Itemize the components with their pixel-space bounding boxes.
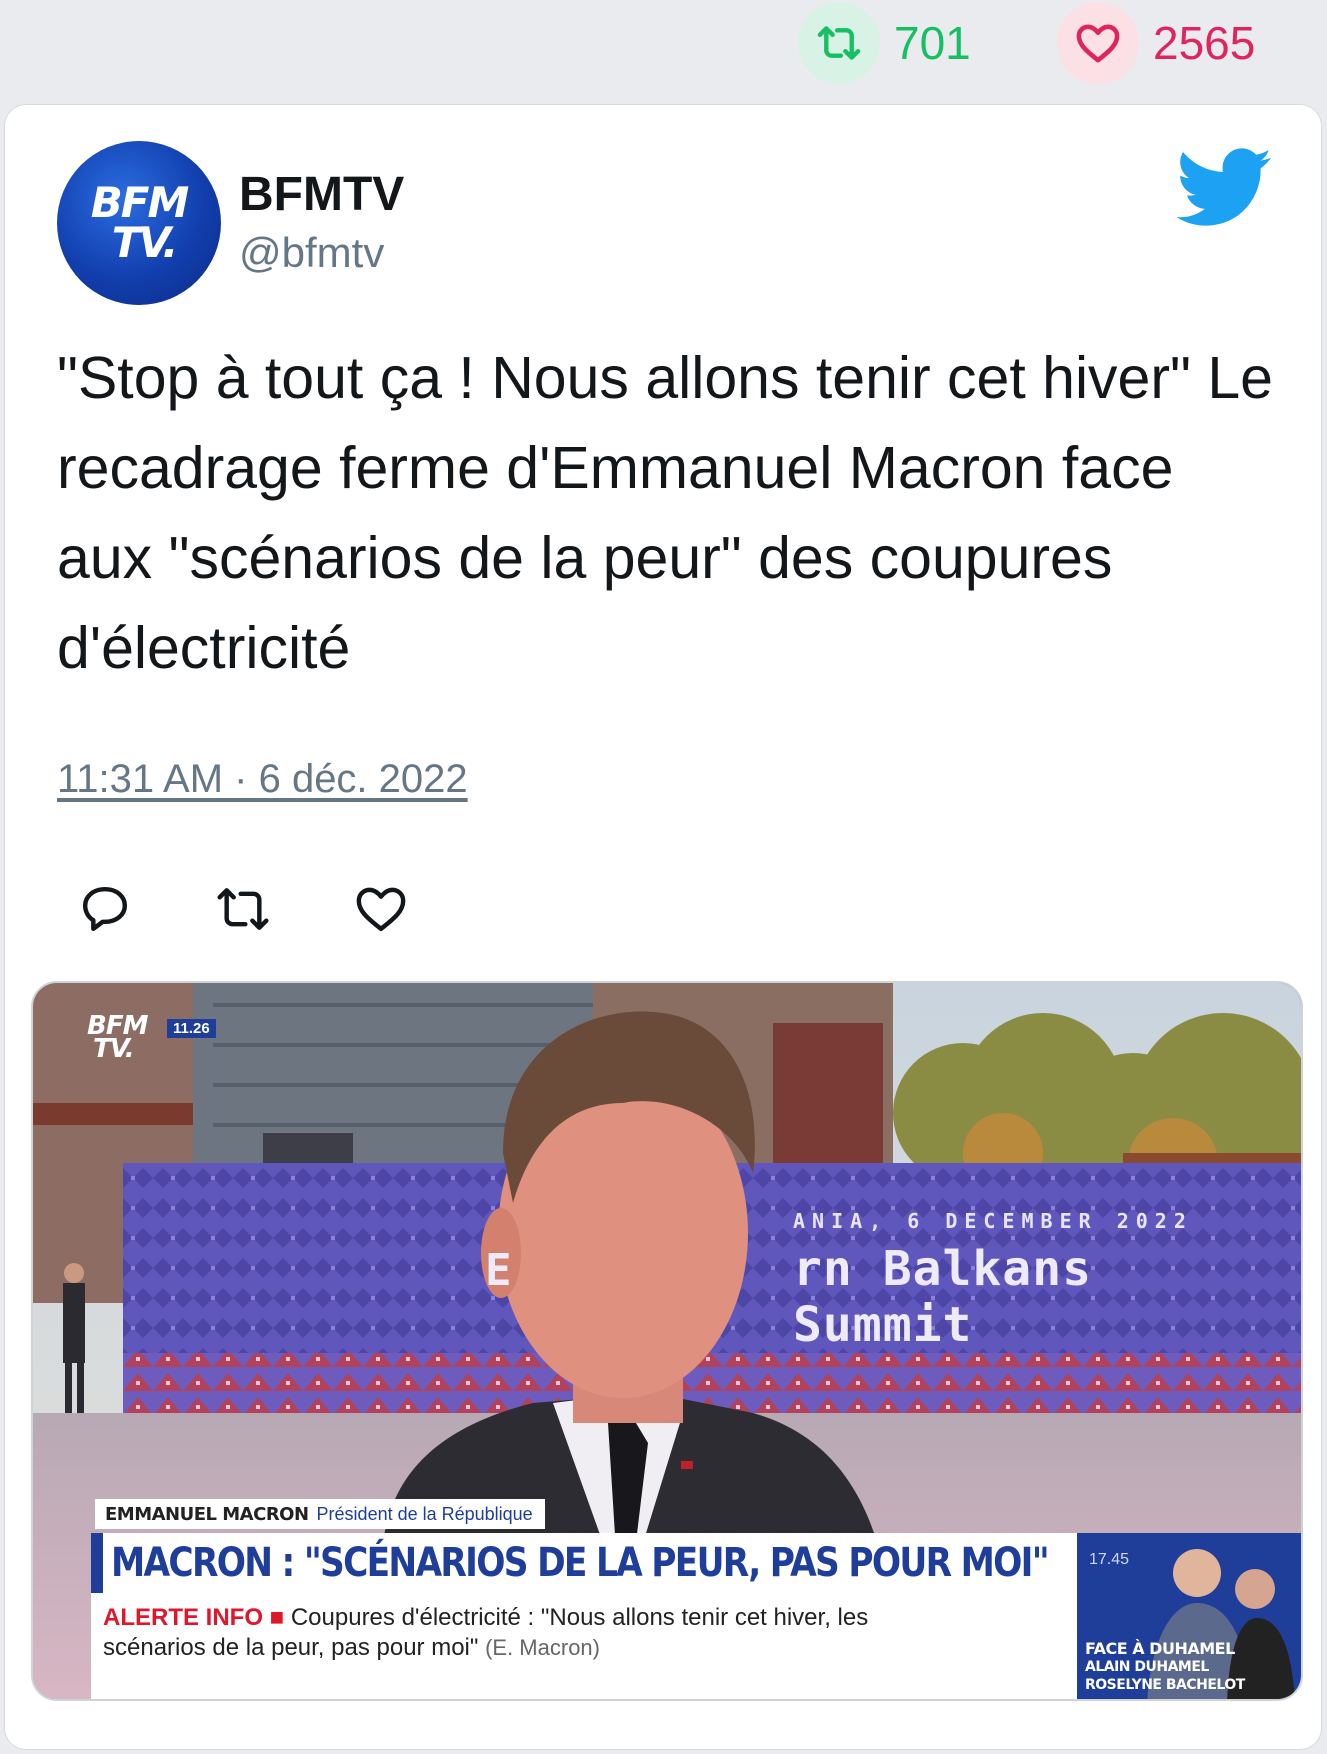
like-icon[interactable] [353,881,409,937]
promo-time: 17.45 [1089,1551,1130,1568]
summit-banner-date: ANIA, 6 DECEMBER 2022 [793,1209,1193,1233]
author-handle[interactable]: @bfmtv [239,229,384,277]
avatar-text-line2: TV. [111,218,179,267]
show-promo: 17.45 FACE À DUHAMEL ALAIN DUHAMEL ROSEL… [1077,1533,1301,1699]
promo-guest2: ROSELYNE BACHELOT [1085,1677,1245,1693]
tweet-media-image[interactable]: BFM TV. 11.26 ANIA, 6 DECEMBER 2022 E rn… [31,981,1303,1701]
alert-dot: ■ [269,1604,285,1631]
bug-line2: TV. [93,1034,135,1065]
alert-tag: ALERTE INFO [103,1604,263,1631]
promo-guest1: ALAIN DUHAMEL [1085,1659,1209,1675]
like-count[interactable]: 2565 [1057,2,1255,84]
broadcast-clock: 11.26 [167,1019,216,1038]
headline-text: MACRON : "SCÉNARIOS DE LA PEUR, PAS POUR… [111,1540,1050,1586]
summit-banner-title: rn Balkans Summit [793,1241,1092,1353]
speaker-nameplate: EMMANUEL MACRON Président de la Républiq… [95,1499,545,1529]
retweet-count-value: 701 [894,17,971,69]
summit-banner-prefix: E [485,1245,512,1296]
tweet-text: "Stop à tout ça ! Nous allons tenir cet … [57,345,1273,681]
bfmtv-channel-logo: BFM TV. [87,1013,148,1065]
twitter-bird-icon[interactable] [1177,147,1273,229]
speaker-role: Président de la République [316,1503,533,1524]
tweet-timestamp[interactable]: 11:31 AM · 6 déc. 2022 [57,757,468,802]
avatar[interactable]: BFM TV. [57,141,221,305]
retweet-action-icon[interactable] [215,881,271,937]
alert-source: (E. Macron) [485,1635,600,1660]
promo-title: FACE À DUHAMEL [1085,1639,1235,1658]
broadcast-headline: MACRON : "SCÉNARIOS DE LA PEUR, PAS POUR… [91,1533,1077,1593]
heart-icon [1057,2,1139,84]
retweet-icon [798,2,880,84]
retweet-count[interactable]: 701 [798,2,971,84]
like-count-value: 2565 [1153,17,1256,69]
engagement-stats: 701 2565 [0,0,1327,100]
alert-ticker: ALERTE INFO ■ Coupures d'électricité : "… [91,1593,1077,1699]
speaker-name: EMMANUEL MACRON [105,1503,309,1525]
tweet-card: BFM TV. BFMTV @bfmtv "Stop à tout ça ! N… [4,104,1322,1750]
author-name[interactable]: BFMTV [239,167,404,222]
reply-icon[interactable] [77,881,133,937]
